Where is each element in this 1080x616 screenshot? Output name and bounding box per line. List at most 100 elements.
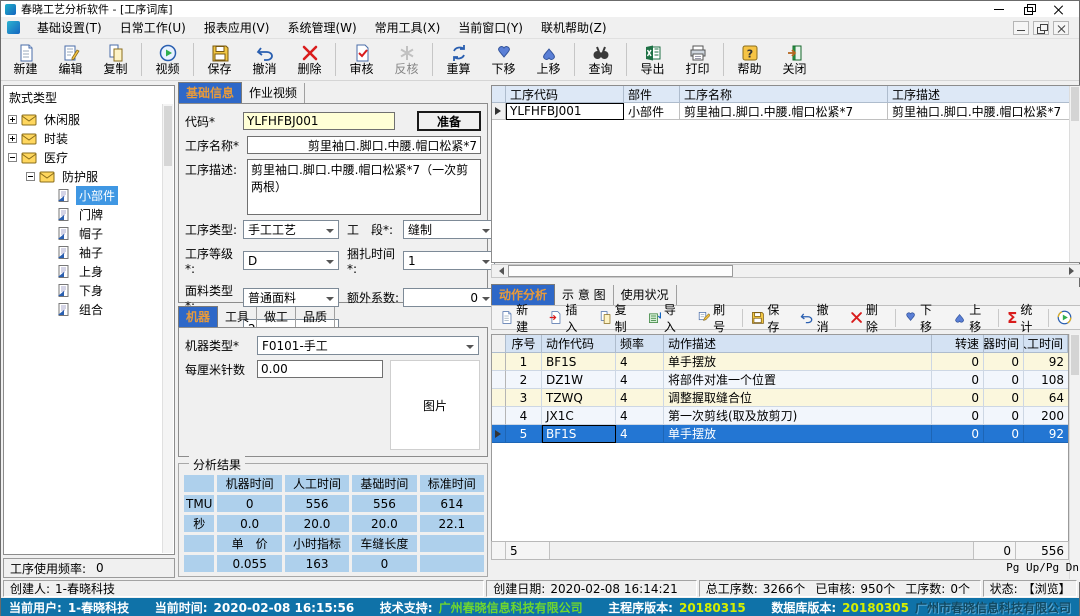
scroll-right-icon[interactable]	[1066, 265, 1080, 277]
process-desc-textarea[interactable]: 剪里袖口.脚口.中腰.帽口松紧*7（一次剪两根）	[247, 159, 481, 215]
fabric-type-select[interactable]: 普通面料	[243, 288, 339, 307]
action-delete-button[interactable]: 删除	[844, 298, 893, 338]
cell-machine-time[interactable]: 0	[984, 353, 1024, 371]
stitch-density-input[interactable]	[257, 360, 383, 378]
scrollbar-thumb[interactable]	[508, 265, 733, 277]
cell-seq[interactable]: 1	[506, 353, 542, 371]
cell-machine-time[interactable]: 0	[984, 407, 1024, 425]
expand-plus-icon[interactable]	[8, 134, 17, 143]
cell-process-code[interactable]: YLFHFBJ001	[506, 103, 624, 120]
action-save-button[interactable]: 保存	[745, 298, 794, 338]
cell-action-code[interactable]: TZWQ	[542, 389, 616, 407]
col-process-name[interactable]: 工序名称	[680, 86, 888, 103]
grid-row[interactable]: YLFHFBJ001 小部件 剪里袖口.脚口.中腰.帽口松紧*7 剪里袖口.脚口…	[492, 103, 1080, 120]
child-close-icon[interactable]	[1053, 21, 1069, 35]
cell-action-code[interactable]: BF1S	[542, 425, 616, 443]
cell-action-desc[interactable]: 单手摆放	[664, 425, 932, 443]
action-play-button[interactable]	[1051, 307, 1078, 328]
action-renumber-button[interactable]: 刷号	[691, 298, 740, 338]
tree-scrollbar[interactable]	[162, 104, 173, 553]
action-insert-button[interactable]: 插入	[543, 298, 592, 338]
cell-part[interactable]: 小部件	[624, 103, 680, 120]
menu-help[interactable]: 联机帮助(Z)	[532, 17, 616, 38]
cell-labor-time[interactable]: 64	[1024, 389, 1068, 407]
cell-seq[interactable]: 3	[506, 389, 542, 407]
scrollbar-thumb[interactable]	[1071, 335, 1079, 375]
restore-icon[interactable]	[1023, 4, 1035, 15]
help-button[interactable]: 帮助	[727, 40, 772, 79]
col-process-code[interactable]: 工序代码	[506, 86, 624, 103]
process-name-input[interactable]	[247, 136, 481, 154]
action-undo-button[interactable]: 撤消	[794, 298, 843, 338]
tree-node-doorplate[interactable]: 门牌	[4, 205, 174, 224]
scrollbar-thumb[interactable]	[1071, 87, 1079, 121]
action-table-vscrollbar[interactable]	[1069, 334, 1080, 582]
col-action-desc[interactable]: 动作描述	[664, 335, 932, 353]
child-restore-icon[interactable]	[1033, 21, 1049, 35]
cell-speed[interactable]: 0	[932, 389, 984, 407]
process-grade-select[interactable]: D	[243, 251, 339, 270]
cell-labor-time[interactable]: 92	[1024, 353, 1068, 371]
extra-factor-select[interactable]: 0	[403, 288, 495, 307]
tab-tool[interactable]: 工具	[218, 307, 257, 327]
move-up-button[interactable]: 上移	[526, 40, 571, 79]
cell-seq[interactable]: 2	[506, 371, 542, 389]
delete-button[interactable]: 删除	[287, 40, 332, 79]
action-stats-button[interactable]: Σ统计	[1001, 298, 1046, 338]
action-move-down-button[interactable]: 下移	[898, 298, 947, 338]
query-button[interactable]: 查询	[578, 40, 623, 79]
tree-node-sleeve[interactable]: 袖子	[4, 243, 174, 262]
tab-quality[interactable]: 品质	[296, 307, 335, 327]
code-input[interactable]	[243, 112, 395, 130]
cell-frequency[interactable]: 4	[616, 389, 664, 407]
cell-labor-time[interactable]: 200	[1024, 407, 1068, 425]
minimize-icon[interactable]	[993, 4, 1005, 15]
expand-plus-icon[interactable]	[8, 115, 17, 124]
action-new-button[interactable]: 新建	[494, 298, 543, 338]
cell-process-name[interactable]: 剪里袖口.脚口.中腰.帽口松紧*7	[680, 103, 888, 120]
tab-operation-video[interactable]: 作业视频	[242, 83, 305, 103]
edit-button[interactable]: 编辑	[48, 40, 93, 79]
tree-node-hat[interactable]: 帽子	[4, 224, 174, 243]
tree-node-protective-suit[interactable]: 防护服	[4, 167, 174, 186]
cell-seq[interactable]: 5	[506, 425, 542, 443]
action-copy-button[interactable]: 复制	[593, 298, 642, 338]
export-button[interactable]: 导出	[630, 40, 675, 79]
tab-workmanship[interactable]: 做工	[257, 307, 296, 327]
cell-seq[interactable]: 4	[506, 407, 542, 425]
cell-action-desc[interactable]: 第一次剪线(取及放剪刀)	[664, 407, 932, 425]
menu-current-window[interactable]: 当前窗口(Y)	[449, 17, 532, 38]
bundle-time-select[interactable]: 1	[403, 251, 495, 270]
menu-tools[interactable]: 常用工具(X)	[366, 17, 450, 38]
scroll-left-icon[interactable]	[492, 265, 506, 277]
copy-button[interactable]: 复制	[93, 40, 138, 79]
cell-action-desc[interactable]: 调整握取缝合位	[664, 389, 932, 407]
cell-action-code[interactable]: BF1S	[542, 353, 616, 371]
cell-machine-time[interactable]: 0	[984, 371, 1024, 389]
cell-frequency[interactable]: 4	[616, 353, 664, 371]
tree-node-upper-body[interactable]: 上身	[4, 262, 174, 281]
print-button[interactable]: 打印	[675, 40, 720, 79]
col-seq[interactable]: 序号	[506, 335, 542, 353]
action-row[interactable]: 4 JX1C 4 第一次剪线(取及放剪刀) 0 0 200	[492, 407, 1068, 425]
collapse-minus-icon[interactable]	[8, 153, 17, 162]
stage-select[interactable]: 缝制	[403, 220, 495, 239]
col-speed[interactable]: 转速	[932, 335, 984, 353]
col-frequency[interactable]: 频率	[616, 335, 664, 353]
tab-basic-info[interactable]: 基础信息	[178, 82, 242, 103]
cell-process-desc[interactable]: 剪里袖口.脚口.中腰.帽口松紧*7（一次剪两根）	[888, 103, 1080, 120]
col-labor-time[interactable]: 人工时间	[1024, 335, 1068, 353]
menu-reports[interactable]: 报表应用(V)	[195, 17, 279, 38]
cell-labor-time[interactable]: 108	[1024, 371, 1068, 389]
audit-button[interactable]: 审核	[339, 40, 384, 79]
action-row[interactable]: 1 BF1S 4 单手摆放 0 0 92	[492, 353, 1068, 371]
close-icon[interactable]	[1053, 4, 1065, 15]
save-button[interactable]: 保存	[197, 40, 242, 79]
menu-daily-work[interactable]: 日常工作(U)	[111, 17, 195, 38]
col-machine-time[interactable]: 机器时间	[984, 335, 1024, 353]
action-move-up-button[interactable]: 上移	[947, 298, 996, 338]
collapse-minus-icon[interactable]	[26, 172, 35, 181]
scrollbar-thumb[interactable]	[164, 106, 172, 166]
process-grid-hscrollbar[interactable]	[491, 264, 1080, 278]
action-import-button[interactable]: 导入	[642, 298, 691, 338]
